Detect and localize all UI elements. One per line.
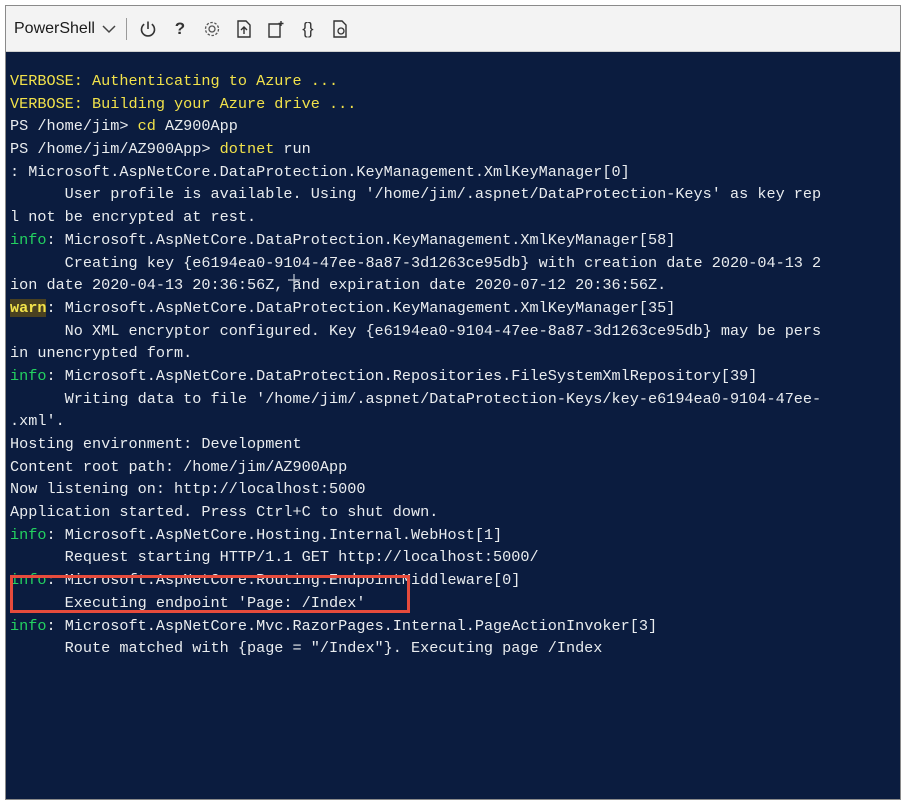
terminal-line-prefix: PS /home/jim/AZ900App> [10,140,220,159]
terminal-line-prefix: info [10,571,47,590]
editor-icon[interactable]: {} [297,18,319,40]
terminal-line-prefix: Request starting HTTP/1.1 GET http://loc… [10,548,539,567]
terminal-line-prefix: info [10,525,47,544]
terminal-line-prefix: info [10,230,47,249]
terminal-line-text: : Microsoft.AspNetCore.Routing.EndpointM… [46,571,521,590]
terminal-line-prefix: Application started. Press Ctrl+C to shu… [10,503,439,522]
terminal-line-prefix: info [10,616,47,635]
terminal-line: Executing endpoint 'Page: /Index' [10,592,900,615]
terminal-line-prefix: No XML encryptor configured. Key {e6194e… [10,321,822,340]
terminal-line-prefix: info [10,366,47,385]
terminal-line: Request starting HTTP/1.1 GET http://loc… [10,546,900,569]
new-session-icon[interactable] [265,18,287,40]
terminal-line: VERBOSE: Building your Azure drive ... [10,93,900,116]
terminal-line: Content root path: /home/jim/AZ900App [10,456,900,479]
terminal-line-text: : Microsoft.AspNetCore.DataProtection.Re… [46,366,758,385]
terminal-line: ion date 2020-04-13 20:36:56Z, and expir… [10,274,900,297]
terminal-line-prefix: PS /home/jim> [10,117,138,136]
shell-type-dropdown[interactable]: PowerShell [14,20,124,38]
terminal-line-text: cd [137,117,156,136]
terminal-line: No XML encryptor configured. Key {e6194e… [10,320,900,343]
terminal-line: info: Microsoft.AspNetCore.Hosting.Inter… [10,524,900,547]
terminal-line: .xml'. [10,410,900,433]
terminal-line-prefix: Writing data to file '/home/jim/.aspnet/… [10,389,822,408]
terminal-line-prefix: .xml'. [10,412,65,431]
terminal-line: VERBOSE: Authenticating to Azure ... [10,70,900,93]
terminal-line-text: dotnet [219,140,275,159]
terminal-line-prefix: l not be encrypted at rest. [10,208,257,227]
terminal-line: info: Microsoft.AspNetCore.DataProtectio… [10,365,900,388]
help-icon[interactable]: ? [169,18,191,40]
terminal-line: Now listening on: http://localhost:5000 [10,478,900,501]
terminal-line: info: Microsoft.AspNetCore.DataProtectio… [10,229,900,252]
terminal-line: : Microsoft.AspNetCore.DataProtection.Ke… [10,161,900,184]
terminal-line-prefix: Hosting environment: Development [10,435,302,453]
settings-icon[interactable] [201,18,223,40]
toolbar: PowerShell ? {} [6,6,900,52]
power-icon[interactable] [137,18,159,40]
terminal-line-prefix: VERBOSE: Building your Azure drive ... [10,94,357,113]
terminal-line-prefix: Now listening on: http://localhost:5000 [10,480,366,499]
terminal-line: PS /home/jim> cd AZ900App [10,115,900,138]
shell-type-label: PowerShell [14,19,95,37]
terminal-line: Route matched with {page = "/Index"}. Ex… [10,637,900,660]
toolbar-divider [125,17,127,40]
terminal-line: info: Microsoft.AspNetCore.Routing.Endpo… [10,569,900,592]
terminal-line-suffix: AZ900App [155,117,238,136]
terminal-line-prefix: Creating key {e6194ea0-9104-47ee-8a87-3d… [10,253,822,272]
terminal-line-text: : Microsoft.AspNetCore.DataProtection.Ke… [46,230,676,249]
terminal-line: Creating key {e6194ea0-9104-47ee-8a87-3d… [10,252,900,275]
terminal-line-prefix: warn [10,298,47,317]
upload-download-icon[interactable] [233,18,255,40]
terminal-line-prefix: Content root path: /home/jim/AZ900App [10,457,348,476]
terminal-line-prefix: Executing endpoint 'Page: /Index' [10,593,366,612]
terminal-line-text: : Microsoft.AspNetCore.DataProtection.Ke… [46,298,676,317]
terminal-line-prefix: in unencrypted form. [10,344,193,363]
terminal-line: Hosting environment: Development [10,433,900,456]
terminal-line-prefix: VERBOSE: Authenticating to Azure ... [10,72,339,90]
terminal-line: l not be encrypted at rest. [10,206,900,229]
terminal-output[interactable]: VERBOSE: Authenticating to Azure ... VERB… [6,52,900,799]
terminal-line-prefix: ion date 2020-04-13 20:36:56Z, and expir… [10,276,667,295]
terminal-line: warn: Microsoft.AspNetCore.DataProtectio… [10,297,900,320]
terminal-line-text: : Microsoft.AspNetCore.Hosting.Internal.… [46,525,503,544]
terminal-line: User profile is available. Using '/home/… [10,183,900,206]
web-preview-icon[interactable] [329,18,351,40]
terminal-line: in unencrypted form. [10,342,900,365]
terminal-line: Application started. Press Ctrl+C to shu… [10,501,900,524]
terminal-line: info: Microsoft.AspNetCore.Mvc.RazorPage… [10,615,900,638]
terminal-line: Writing data to file '/home/jim/.aspnet/… [10,388,900,411]
terminal-line-text: : Microsoft.AspNetCore.Mvc.RazorPages.In… [46,616,658,635]
terminal-line-prefix: Route matched with {page = "/Index"}. Ex… [10,639,603,658]
terminal-line: PS /home/jim/AZ900App> dotnet run [10,138,900,161]
cloud-shell-window: PowerShell ? {} VERBOSE: Authenticating … [5,5,901,800]
terminal-line-prefix: : Microsoft.AspNetCore.DataProtection.Ke… [10,162,630,181]
chevron-down-icon [102,24,116,34]
terminal-line-suffix: run [274,140,311,159]
terminal-line-prefix: User profile is available. Using '/home/… [10,185,822,204]
